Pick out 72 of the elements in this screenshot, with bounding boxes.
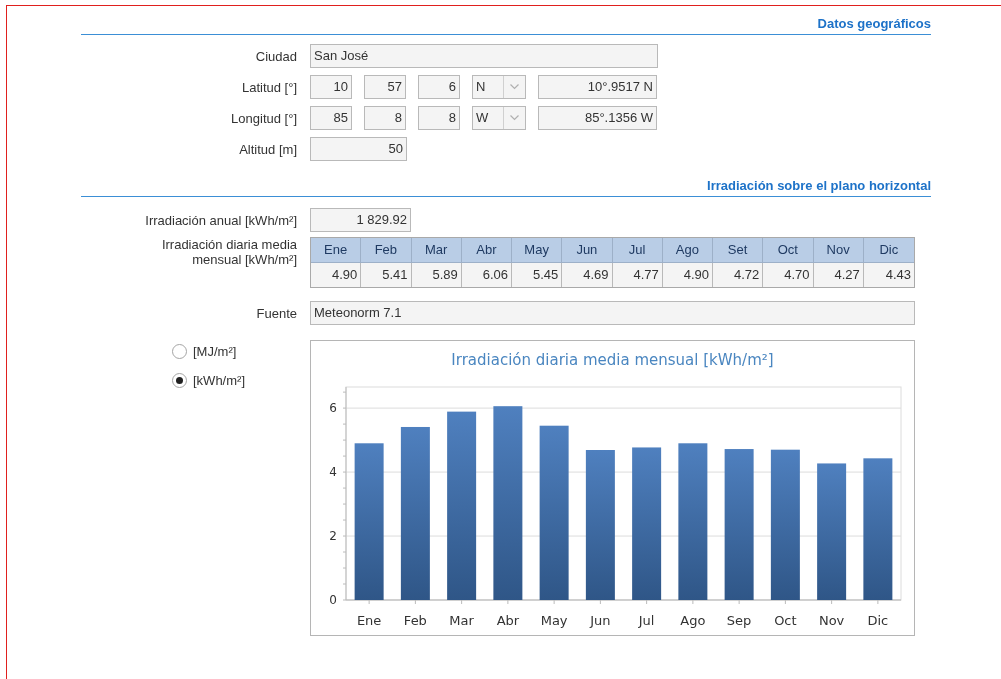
y-tick-label: 2 <box>329 529 337 544</box>
table-cell: 4.90 <box>311 263 362 287</box>
table-cell: 4.27 <box>813 263 864 287</box>
table-cell: 4.43 <box>863 263 914 287</box>
section-title: Irradiación sobre el plano horizontal <box>707 178 931 193</box>
table-cell: 5.41 <box>361 263 412 287</box>
annual-field[interactable]: 1 829.92 <box>310 208 411 232</box>
city-field[interactable]: San José <box>310 44 658 68</box>
y-tick-label: 6 <box>329 401 337 416</box>
radio-button[interactable] <box>172 344 187 359</box>
table-cell: 5.45 <box>512 263 563 287</box>
column-header: Mar <box>411 238 462 263</box>
x-tick-label: Jul <box>638 613 655 628</box>
table-cell: 6.06 <box>461 263 512 287</box>
degrees-field[interactable]: 10 <box>310 75 352 99</box>
table-cell: 4.90 <box>662 263 713 287</box>
unit-label: [kWh/m²] <box>193 373 245 388</box>
caret-icon <box>510 84 519 90</box>
table-cell: 5.89 <box>411 263 462 287</box>
radio-button[interactable] <box>172 373 187 388</box>
decimal-field[interactable]: 10°.9517 N <box>538 75 657 99</box>
unit-option[interactable]: [MJ/m²] <box>172 344 297 359</box>
hemisphere-dropdown[interactable]: W <box>472 106 526 130</box>
seconds-field[interactable]: 8 <box>418 106 460 130</box>
field-label: Longitud [°] <box>231 110 297 126</box>
column-header: Abr <box>461 238 512 263</box>
x-tick-label: Ago <box>680 613 706 628</box>
x-tick-label: Dic <box>867 613 889 628</box>
column-header: Jul <box>612 238 663 263</box>
x-tick-label: Sep <box>726 613 752 628</box>
minutes-field[interactable]: 8 <box>364 106 406 130</box>
column-header: Ago <box>662 238 713 263</box>
chart-title: Irradiación diaria media mensual [kWh/m²] <box>451 351 774 369</box>
column-header: May <box>512 238 563 263</box>
seconds-field[interactable]: 6 <box>418 75 460 99</box>
x-tick-label: Jun <box>590 613 611 628</box>
field-label: Fuente <box>256 305 297 321</box>
x-tick-label: Feb <box>403 613 427 628</box>
column-header: Oct <box>763 238 814 263</box>
minutes-field[interactable]: 57 <box>364 75 406 99</box>
section-title: Datos geográficos <box>817 16 931 31</box>
column-header: Dic <box>863 238 914 263</box>
field-label: Ciudad <box>255 48 297 64</box>
hemisphere-dropdown[interactable]: N <box>472 75 526 99</box>
decimal-field[interactable]: 85°.1356 W <box>538 106 657 130</box>
column-header: Set <box>713 238 764 263</box>
field-label: Irradiación diaria media mensual [kWh/m²] <box>160 237 297 267</box>
table-cell: 4.69 <box>562 263 613 287</box>
caret-icon <box>510 115 519 121</box>
field-label: Altitud [m] <box>239 141 297 157</box>
table-cell: 4.72 <box>713 263 764 287</box>
x-tick-label: May <box>540 613 568 628</box>
x-tick-label: Ene <box>356 613 382 628</box>
column-header: Feb <box>361 238 412 263</box>
x-tick-label: Mar <box>449 613 474 628</box>
x-tick-label: Oct <box>774 613 797 628</box>
x-tick-label: Nov <box>818 613 845 628</box>
source-field[interactable]: Meteonorm 7.1 <box>310 301 915 325</box>
field-label: Latitud [°] <box>241 79 297 95</box>
y-tick-label: 0 <box>329 593 337 607</box>
table-cell: 4.77 <box>612 263 663 287</box>
unit-label: [MJ/m²] <box>193 344 237 359</box>
column-header: Jun <box>562 238 613 263</box>
degrees-field[interactable]: 85 <box>310 106 352 130</box>
unit-option[interactable]: [kWh/m²] <box>172 373 297 388</box>
altitude-field[interactable]: 50 <box>310 137 407 161</box>
column-header: Ene <box>311 238 362 263</box>
column-header: Nov <box>813 238 864 263</box>
y-tick-label: 4 <box>329 465 337 480</box>
table-cell: 4.70 <box>763 263 814 287</box>
x-tick-label: Abr <box>496 613 520 628</box>
field-label: Irradiación anual [kWh/m²] <box>145 212 297 228</box>
